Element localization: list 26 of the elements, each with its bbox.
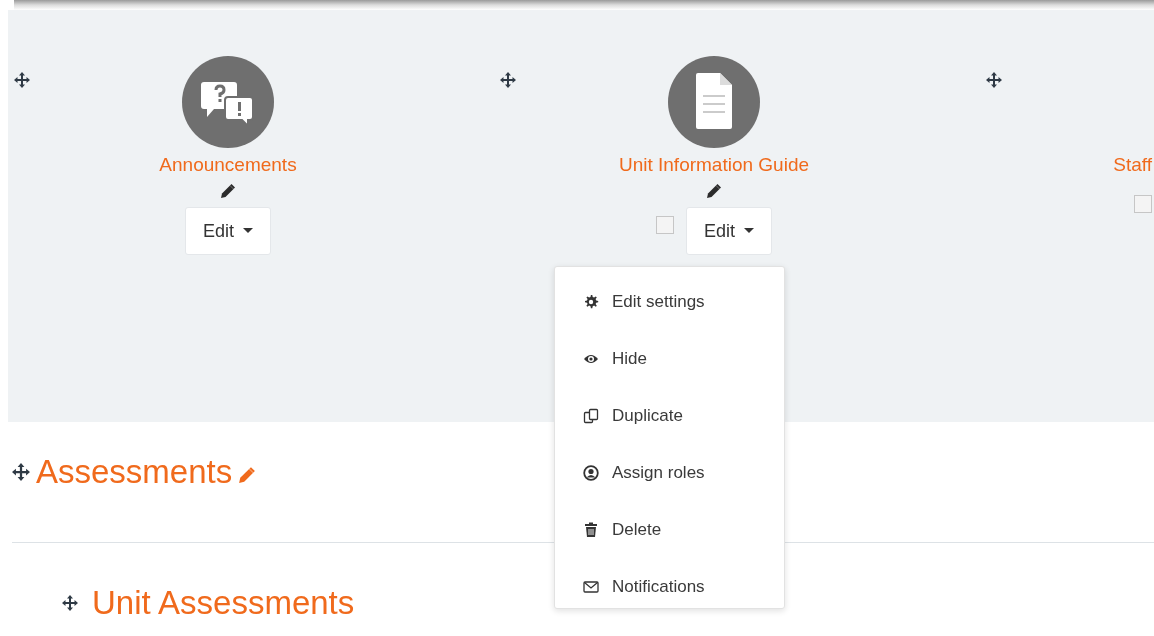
copy-icon xyxy=(583,408,599,424)
pencil-icon[interactable] xyxy=(220,183,236,199)
move-icon[interactable] xyxy=(12,463,30,481)
menu-item[interactable]: Assign roles xyxy=(555,461,784,485)
edit-dropdown-button[interactable]: Edit xyxy=(686,207,772,255)
pencil-icon[interactable] xyxy=(706,183,722,199)
caret-icon xyxy=(744,228,754,234)
envelope-icon xyxy=(583,579,599,595)
edit-dropdown-button[interactable]: Edit xyxy=(185,207,271,255)
menu-item[interactable]: Notifications xyxy=(555,575,784,599)
user-icon xyxy=(583,465,599,481)
menu-item[interactable]: Edit settings xyxy=(555,290,784,314)
activity-icon xyxy=(668,56,760,148)
caret-icon xyxy=(243,228,253,234)
menu-item[interactable]: Delete xyxy=(555,518,784,542)
checkbox[interactable] xyxy=(1134,195,1152,213)
move-icon[interactable] xyxy=(500,72,516,88)
move-icon[interactable] xyxy=(986,72,1002,88)
activity-icon xyxy=(182,56,274,148)
move-icon[interactable] xyxy=(62,595,78,611)
trash-icon xyxy=(583,522,599,538)
menu-item[interactable]: Hide xyxy=(555,347,784,371)
move-icon[interactable] xyxy=(14,72,30,88)
menu-item[interactable]: Duplicate xyxy=(555,404,784,428)
settings-icon xyxy=(583,294,599,310)
checkbox[interactable] xyxy=(656,216,674,234)
